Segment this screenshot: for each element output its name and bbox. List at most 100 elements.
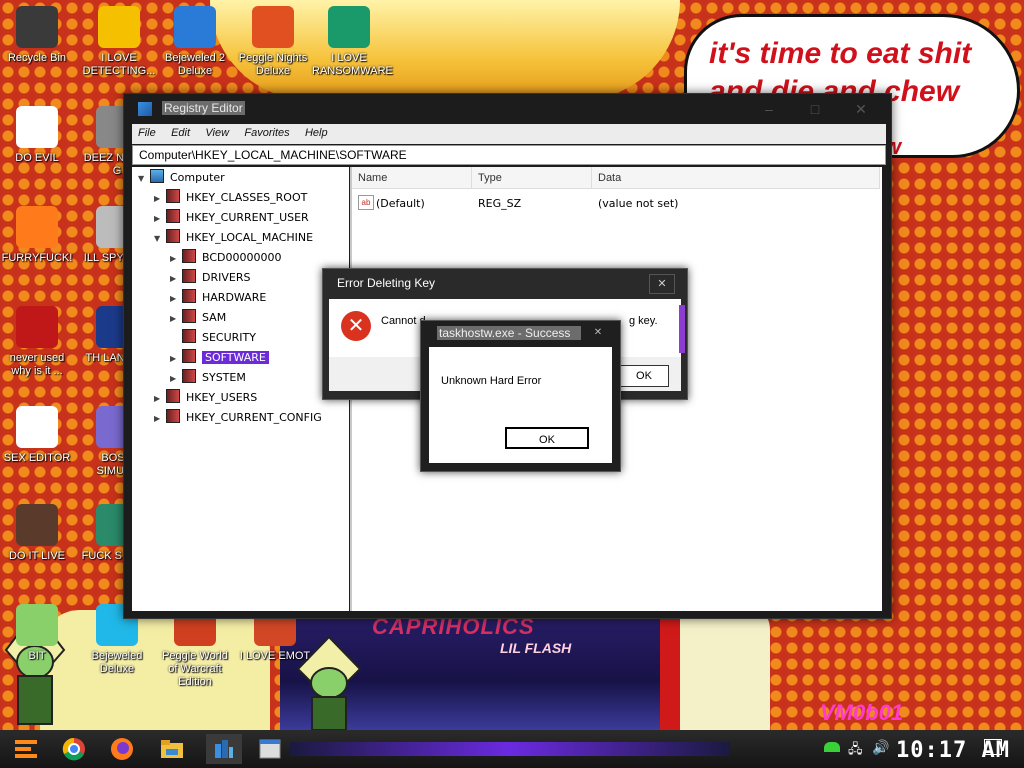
- desktop-icon[interactable]: FURRYFUCK!: [0, 206, 74, 265]
- dialog-title: taskhostw.exe - Success: [437, 326, 581, 340]
- window-title: Registry Editor: [162, 101, 245, 115]
- desktop-icon[interactable]: BIT: [0, 604, 74, 663]
- tree-node-drivers[interactable]: ▶ DRIVERS: [170, 269, 250, 287]
- string-value-icon: ab: [358, 195, 374, 210]
- collapsed-arrow-icon[interactable]: ▶: [170, 290, 180, 308]
- desktop-icon[interactable]: DO EVIL: [0, 106, 74, 165]
- menu-view[interactable]: View: [199, 124, 235, 142]
- expanded-arrow-icon[interactable]: ▼: [154, 230, 164, 248]
- firefox-icon: [16, 206, 58, 248]
- collapsed-arrow-icon[interactable]: ▶: [170, 250, 180, 268]
- collapsed-arrow-icon[interactable]: ▶: [170, 350, 180, 368]
- desktop-icon[interactable]: DO IT LIVE: [0, 504, 74, 563]
- volume-icon[interactable]: 🔊: [872, 739, 889, 756]
- de-icon: [98, 6, 140, 48]
- background-stripe: [660, 608, 682, 730]
- desktop-icon-label: Bejeweled Deluxe: [91, 650, 143, 675]
- folder-icon: [166, 229, 180, 243]
- address-bar[interactable]: Computer\HKEY_LOCAL_MACHINE\SOFTWARE: [132, 145, 886, 165]
- desktop-icon-label: FURRYFUCK!: [1, 252, 73, 264]
- collapsed-arrow-icon[interactable]: ▶: [154, 190, 164, 208]
- taskbar-chrome[interactable]: [56, 734, 92, 764]
- tree-node-security[interactable]: SECURITY: [170, 329, 256, 347]
- tree-node-hklm[interactable]: ▼ HKEY_LOCAL_MACHINE: [154, 229, 313, 247]
- watermark-tag: VM0b01: [820, 700, 904, 725]
- menu-favorites[interactable]: Favorites: [238, 124, 295, 142]
- desktop-icon-label: never used why is it ...: [9, 352, 65, 377]
- taskbar-regedit[interactable]: [206, 734, 242, 764]
- collapsed-arrow-icon[interactable]: ▶: [170, 270, 180, 288]
- desktop-icon[interactable]: Peggle Nights Deluxe: [236, 6, 310, 78]
- dialog-message-end: g key.: [629, 315, 658, 327]
- desktop-icon[interactable]: Bejeweled 2 Deluxe: [158, 6, 232, 78]
- peridot-icon: [16, 604, 58, 646]
- folder-icon: [182, 249, 196, 263]
- desktop-icon[interactable]: Recycle Bin: [0, 6, 74, 65]
- tray-indicator-icon[interactable]: [824, 742, 840, 752]
- folder-icon: [182, 309, 196, 323]
- column-header-data[interactable]: Data: [592, 167, 880, 189]
- folder-icon: [166, 409, 180, 423]
- collapsed-arrow-icon[interactable]: ▶: [170, 370, 180, 388]
- computer-icon: [150, 169, 164, 183]
- collapsed-arrow-icon[interactable]: ▶: [154, 410, 164, 428]
- ok-button[interactable]: OK: [505, 427, 589, 449]
- taskbar-firefox[interactable]: [104, 734, 140, 764]
- minimize-button[interactable]: –: [752, 98, 786, 120]
- close-icon[interactable]: ✕: [588, 325, 608, 341]
- expanded-arrow-icon[interactable]: ▼: [138, 170, 148, 188]
- taskbar-window-app[interactable]: [252, 734, 288, 764]
- collapsed-arrow-icon[interactable]: ▶: [154, 390, 164, 408]
- folder-icon: [182, 329, 196, 343]
- tree-node-bcd[interactable]: ▶ BCD00000000: [170, 249, 282, 267]
- maximize-button[interactable]: □: [798, 98, 832, 120]
- desktop-icon[interactable]: I LOVE DETECTING...: [82, 6, 156, 78]
- desktop-icon[interactable]: I LOVE RANSOMWARE: [312, 6, 393, 78]
- desktop-icon-label: Bejeweled 2 Deluxe: [165, 52, 225, 77]
- album-subtitle: LIL FLASH: [500, 640, 572, 656]
- collapsed-arrow-icon[interactable]: ▶: [154, 210, 164, 228]
- ok-button[interactable]: OK: [619, 365, 669, 387]
- tree-node-computer[interactable]: ▼ Computer: [138, 169, 225, 187]
- taskbar-file-explorer[interactable]: [154, 734, 190, 764]
- folder-icon: [182, 369, 196, 383]
- chrome-icon: [16, 106, 58, 148]
- column-header-type[interactable]: Type: [472, 167, 592, 189]
- collapsed-arrow-icon[interactable]: ▶: [170, 310, 180, 328]
- taskbar-decoration: [290, 742, 730, 756]
- desktop-icon-label: I LOVE EMOT: [239, 650, 311, 662]
- start-button[interactable]: [8, 734, 44, 764]
- firefox-icon: [111, 738, 133, 760]
- tree-node-hardware[interactable]: ▶ HARDWARE: [170, 289, 266, 307]
- close-button[interactable]: ✕: [844, 98, 878, 120]
- key-tree[interactable]: ▼ Computer ▶ HKEY_CLASSES_ROOT ▶ HKEY_CURRE…: [132, 167, 349, 611]
- menu-help[interactable]: Help: [299, 124, 334, 142]
- taskhostw-success-dialog[interactable]: taskhostw.exe - Success ✕ Unknown Hard E…: [420, 320, 621, 472]
- window-titlebar[interactable]: Registry Editor – □ ✕: [124, 94, 891, 124]
- close-icon[interactable]: ✕: [649, 274, 675, 294]
- network-icon[interactable]: 🖧: [848, 740, 863, 762]
- tree-node-hkcc[interactable]: ▶ HKEY_CURRENT_CONFIG: [154, 409, 322, 427]
- column-header-name[interactable]: Name: [352, 167, 472, 189]
- tree-node-hkcu[interactable]: ▶ HKEY_CURRENT_USER: [154, 209, 309, 227]
- desktop-icon-label: I LOVE DETECTING...: [82, 52, 156, 77]
- desktop-icon-label: SEX EDITOR: [3, 452, 71, 464]
- tree-node-hku[interactable]: ▶ HKEY_USERS: [154, 389, 257, 407]
- menu-file[interactable]: File: [132, 124, 162, 142]
- start-icon: [15, 740, 37, 758]
- notification-icon[interactable]: [984, 739, 1002, 755]
- tree-node-hkcr[interactable]: ▶ HKEY_CLASSES_ROOT: [154, 189, 307, 207]
- value-name[interactable]: (Default): [376, 197, 425, 210]
- tree-node-sam[interactable]: ▶ SAM: [170, 309, 226, 327]
- dialog-message: Unknown Hard Error: [441, 375, 542, 387]
- regedit-app-icon: [138, 102, 152, 116]
- tree-node-system[interactable]: ▶ SYSTEM: [170, 369, 246, 387]
- folder-icon: [182, 289, 196, 303]
- tree-node-software[interactable]: ▶ SOFTWARE: [170, 349, 269, 367]
- desktop-icon[interactable]: SEX EDITOR: [0, 406, 74, 465]
- menu-bar: File Edit View Favorites Help: [132, 124, 886, 144]
- dialog-body: Unknown Hard Error OK: [429, 347, 612, 463]
- menu-edit[interactable]: Edit: [165, 124, 196, 142]
- desktop-icon-label: I LOVE RANSOMWARE: [312, 52, 393, 77]
- desktop-icon[interactable]: never used why is it ...: [0, 306, 74, 378]
